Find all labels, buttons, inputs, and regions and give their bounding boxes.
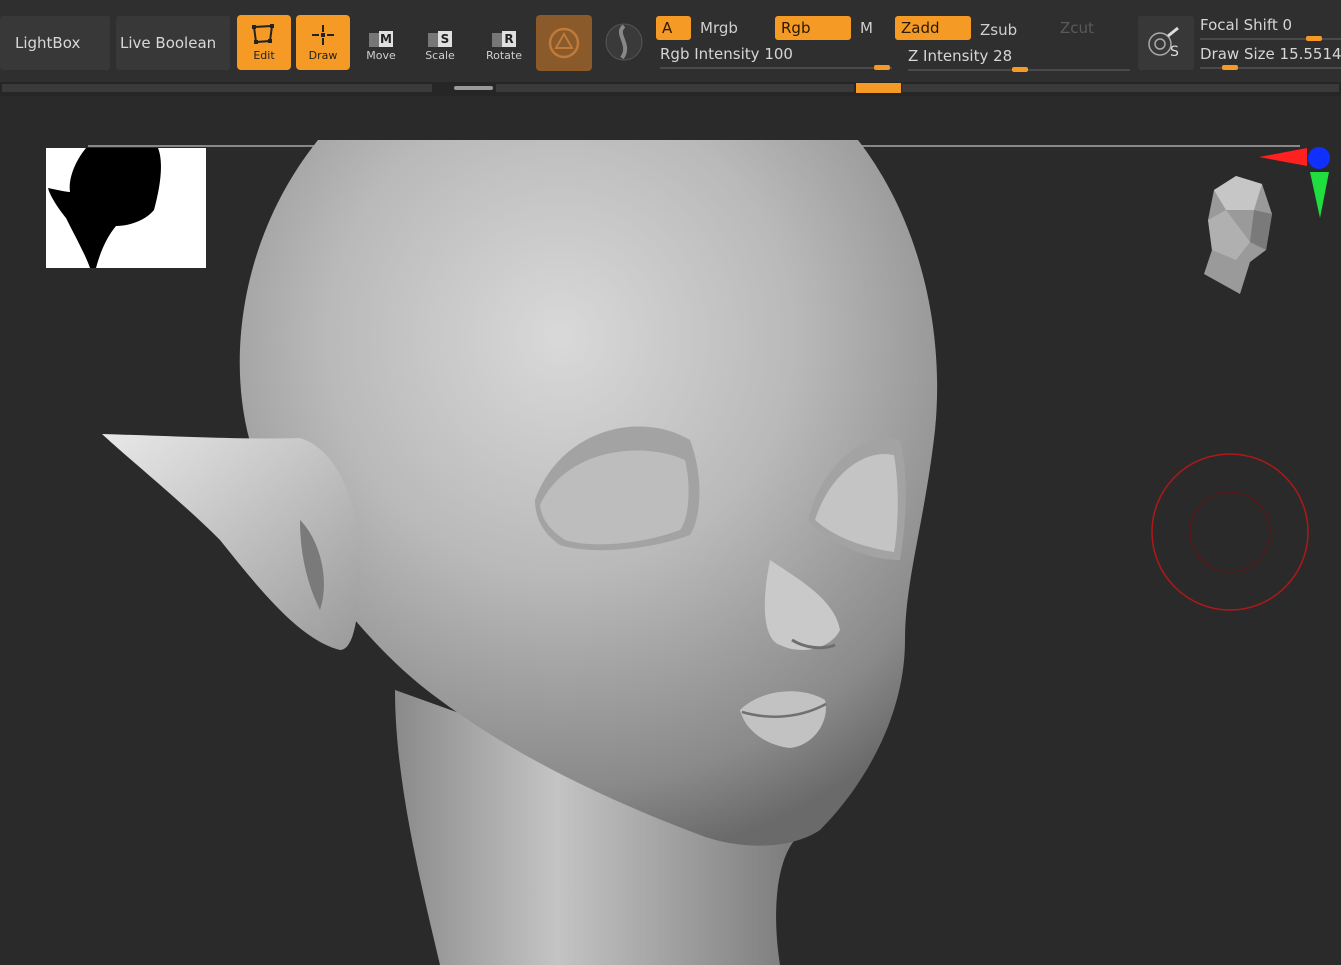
- axis-gizmo[interactable]: [1255, 144, 1335, 224]
- y-axis-icon[interactable]: [1310, 172, 1329, 218]
- z-axis-icon[interactable]: [1308, 147, 1330, 169]
- reference-silhouette-thumbnail[interactable]: [46, 148, 206, 268]
- brush-cursor: [1151, 453, 1309, 611]
- x-axis-icon[interactable]: [1259, 148, 1307, 166]
- head-silhouette-icon: [48, 148, 161, 268]
- sculpt-model: [88, 140, 1300, 965]
